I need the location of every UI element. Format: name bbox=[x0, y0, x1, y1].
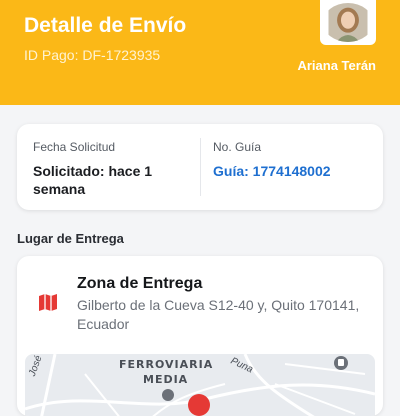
map-area-label-1: FERROVIARIA bbox=[119, 358, 214, 371]
map-pin-icon[interactable] bbox=[188, 394, 210, 416]
avatar-photo bbox=[323, 3, 373, 42]
guide-number-block: No. Guía Guía: 1774148002 bbox=[213, 140, 373, 180]
payment-id: ID Pago: DF-1723935 bbox=[24, 47, 161, 63]
map-view[interactable]: José P FERROVIARIA MEDIA Puna bbox=[25, 354, 375, 416]
delivery-zone-title: Zona de Entrega bbox=[77, 275, 203, 292]
avatar[interactable] bbox=[320, 0, 376, 45]
shipment-info-card: Fecha Solicitud Solicitado: hace 1 seman… bbox=[17, 124, 383, 210]
guide-number-link[interactable]: Guía: 1774148002 bbox=[213, 162, 373, 180]
bus-icon bbox=[334, 356, 348, 370]
request-date-value: Solicitado: hace 1 semana bbox=[33, 163, 153, 197]
delivery-address: Gilberto de la Cueva S12-40 y, Quito 170… bbox=[77, 297, 360, 332]
user-name: Ariana Terán bbox=[297, 58, 376, 73]
delivery-section-title: Lugar de Entrega bbox=[17, 231, 124, 246]
delivery-location-card: Zona de Entrega Gilberto de la Cueva S12… bbox=[17, 256, 383, 416]
page-title: Detalle de Envío bbox=[24, 14, 187, 37]
guide-number-label: No. Guía bbox=[213, 140, 262, 154]
map-area-label-2: MEDIA bbox=[143, 373, 189, 386]
map-icon bbox=[37, 291, 59, 313]
divider bbox=[200, 138, 201, 196]
avatar-image bbox=[328, 3, 368, 42]
request-date-label: Fecha Solicitud bbox=[33, 140, 116, 154]
request-date-block: Fecha Solicitud Solicitado: hace 1 seman… bbox=[33, 140, 193, 198]
bus-icon bbox=[162, 389, 174, 401]
header: Detalle de Envío ID Pago: DF-1723935 Ari… bbox=[0, 0, 400, 105]
